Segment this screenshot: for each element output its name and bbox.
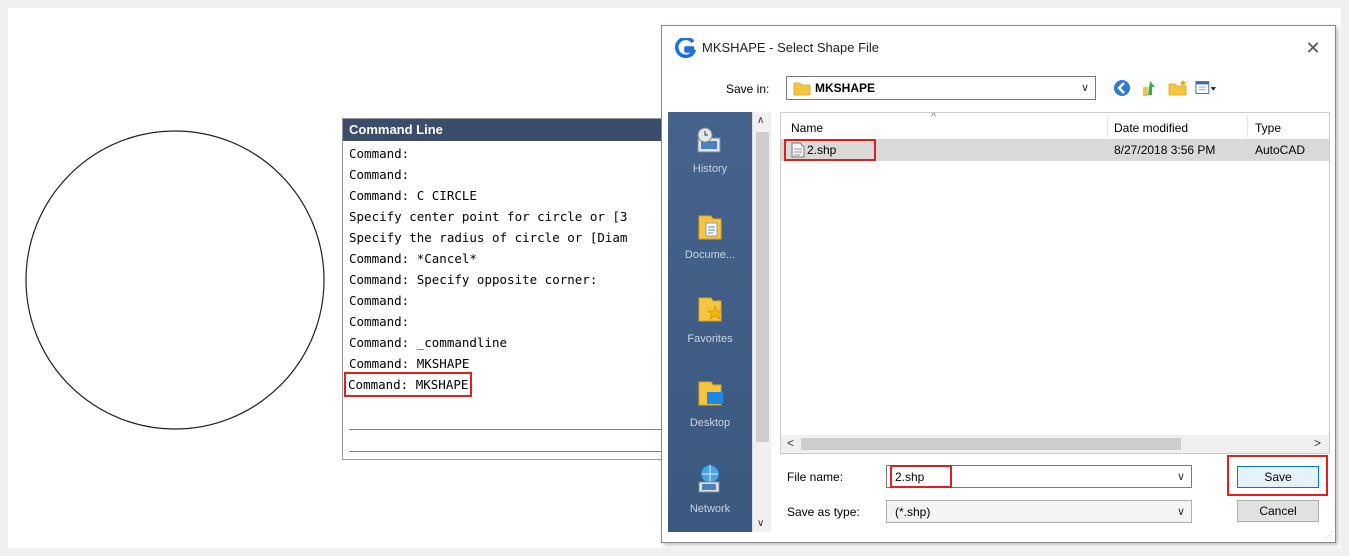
horizontal-scrollbar[interactable]: < > [781,435,1329,453]
place-desktop-label: Desktop [689,417,731,429]
command-history: Command: Command: Command: C CIRCLE Spec… [343,141,671,397]
documents-folder-icon [698,215,722,240]
file-name-label: File name: [787,470,844,484]
view-menu-button[interactable] [1195,78,1217,98]
place-favorites-label: Favorites [687,333,733,345]
column-name[interactable]: Name [791,121,823,135]
scroll-left-icon[interactable]: < [787,436,794,450]
save-in-dropdown[interactable]: MKSHAPE ∨ [786,76,1096,100]
save-button[interactable]: Save [1237,466,1319,488]
chevron-down-icon[interactable]: ∨ [1177,505,1185,518]
new-folder-button[interactable] [1167,78,1189,98]
scroll-down-icon[interactable]: ∨ [757,518,764,529]
save-as-type-dropdown[interactable]: (*.shp) ∨ [886,500,1192,523]
cancel-button[interactable]: Cancel [1237,500,1319,522]
file-name: 2.shp [807,143,837,157]
gstarcad-logo-icon [675,38,696,59]
places-bar: History Docume... Favorites Desktop Netw… [668,112,771,532]
place-network-label: Network [689,503,731,515]
resize-grip-icon[interactable]: ⋰ [1325,531,1333,540]
desktop-folder-icon [698,381,723,406]
command-history-line: Command: Specify opposite corner: [349,272,598,287]
scroll-right-icon[interactable]: > [1314,436,1321,450]
circle-shape[interactable] [18,123,332,437]
close-icon[interactable]: ✕ [1301,36,1325,60]
command-history-line: Specify center point for circle or [3 [349,209,628,224]
place-history-label: History [692,163,728,175]
back-arrow-icon [1114,80,1130,96]
command-line-panel: Command Line Command: Command: Command: … [342,118,672,460]
command-separator [349,429,671,430]
places-scrollbar[interactable]: ∧ ∨ [752,112,771,532]
command-line-title: Command Line [343,119,671,141]
column-date-modified[interactable]: Date modified [1114,121,1188,135]
command-history-line-highlighted: Command: MKSHAPE [343,372,671,397]
select-shape-file-dialog: MKSHAPE - Select Shape File ✕ Save in: M… [661,25,1336,543]
file-list[interactable]: ^ Name Date modified Type 2.shp 8/27/201… [780,112,1330,454]
place-history[interactable]: History [668,126,752,175]
history-icon [697,127,721,153]
command-history-line: Command: _commandline [349,335,508,350]
save-in-value: MKSHAPE [815,81,876,95]
command-history-line: Command: *Cancel* [349,251,477,266]
dialog-titlebar[interactable]: MKSHAPE - Select Shape File ✕ [662,26,1335,70]
scroll-thumb[interactable] [801,438,1181,450]
network-icon [698,464,720,493]
chevron-down-icon[interactable]: ∨ [1081,81,1089,94]
command-history-line: Command: [349,293,410,308]
up-folder-button[interactable] [1139,78,1161,98]
scroll-up-icon[interactable]: ∧ [757,115,764,126]
command-input[interactable] [349,451,671,452]
save-as-type-value: (*.shp) [895,505,931,519]
new-folder-icon [1168,80,1187,96]
chevron-down-icon[interactable]: ∨ [1177,470,1185,483]
file-row[interactable]: 2.shp 8/27/2018 3:56 PM AutoCAD [781,139,1329,161]
command-history-line: Command: [349,167,410,182]
highlight-box: Command: MKSHAPE [343,372,473,397]
sort-indicator-icon: ^ [931,112,937,123]
place-network[interactable]: Network [668,462,752,515]
command-history-line: Specify the radius of circle or [Diam [349,230,628,245]
place-favorites[interactable]: Favorites [668,294,752,345]
column-type[interactable]: Type [1255,121,1281,135]
dialog-toolbar [1111,78,1217,98]
dialog-title: MKSHAPE - Select Shape File [702,40,880,55]
file-name-value: 2.shp [895,470,925,484]
folder-icon [793,82,811,96]
back-button[interactable] [1111,78,1133,98]
save-as-type-label: Save as type: [787,505,860,519]
command-history-line: Command: C CIRCLE [349,188,477,203]
place-documents[interactable]: Docume... [668,212,752,261]
place-desktop[interactable]: Desktop [668,378,752,429]
file-type: AutoCAD [1255,143,1306,157]
place-documents-label: Docume... [684,249,736,261]
command-history-line: Command: MKSHAPE [349,356,470,371]
view-menu-icon [1195,81,1217,94]
command-history-line: Command: [349,314,410,329]
save-in-label: Save in: [726,82,770,96]
scroll-thumb[interactable] [756,132,769,442]
command-history-line: Command: [349,146,410,161]
favorites-folder-icon [698,297,723,322]
file-icon [791,142,805,158]
file-date: 8/27/2018 3:56 PM [1114,143,1216,157]
file-name-input[interactable]: 2.shp ∨ [886,465,1192,488]
up-folder-icon [1143,81,1155,96]
file-list-header: ^ Name Date modified Type [781,113,1329,139]
